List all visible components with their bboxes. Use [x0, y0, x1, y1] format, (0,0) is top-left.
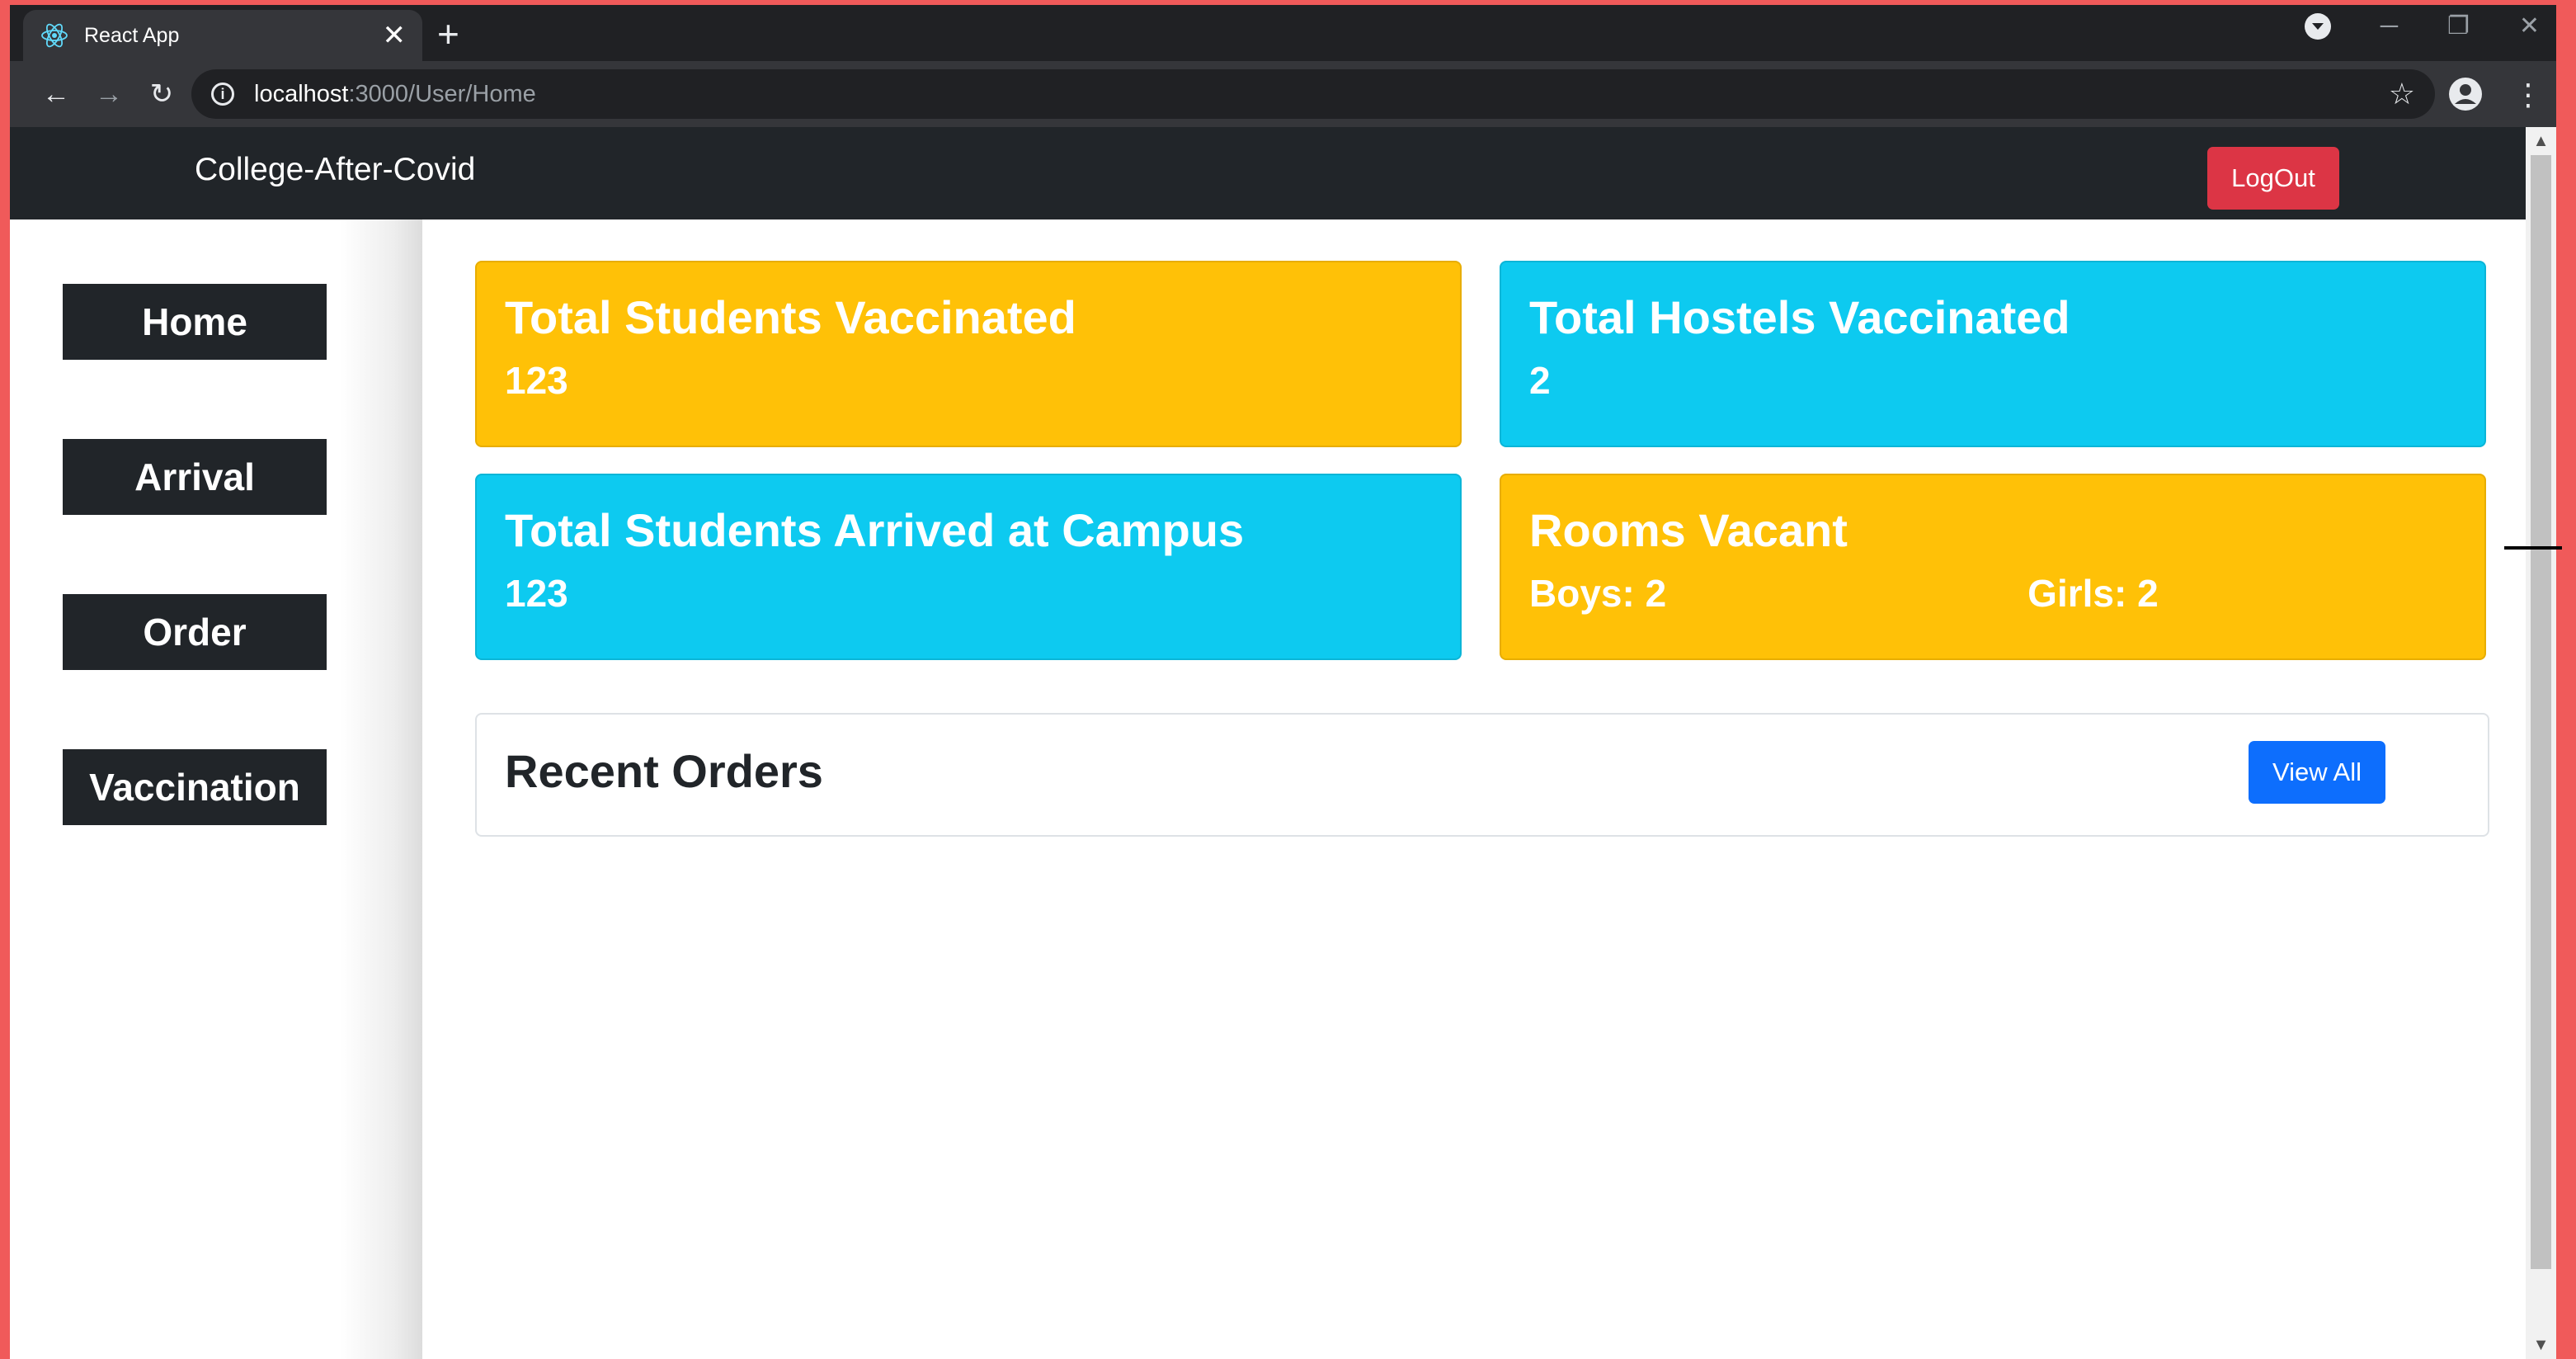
sidebar-item-vaccination[interactable]: Vaccination	[63, 749, 327, 825]
sidebar: Home Arrival Order Vaccination	[10, 219, 422, 1359]
brand[interactable]: College-After-Covid	[195, 152, 475, 188]
scrollbar[interactable]: ▲ ▼	[2526, 127, 2556, 1359]
bookmark-star-icon[interactable]: ☆	[2389, 77, 2415, 111]
browser-tab[interactable]: React App ✕	[23, 10, 422, 61]
new-tab-icon[interactable]: +	[437, 15, 459, 53]
restore-icon[interactable]: ❐	[2447, 12, 2470, 40]
rooms-row: Boys: 2 Girls: 2	[1529, 571, 2456, 616]
window-close-icon[interactable]: ✕	[2519, 12, 2540, 40]
react-logo-icon	[41, 23, 68, 48]
sidebar-item-arrival[interactable]: Arrival	[63, 439, 327, 515]
profile-icon[interactable]	[2444, 73, 2487, 116]
tab-title: React App	[84, 23, 180, 47]
card-title: Rooms Vacant	[1529, 504, 1848, 556]
address-bar[interactable]: i localhost :3000/User/Home ☆	[191, 69, 2435, 119]
cursor-marker	[2504, 546, 2562, 550]
url-path: :3000/User/Home	[348, 80, 536, 107]
view-all-button[interactable]: View All	[2249, 741, 2385, 804]
navbar: College-After-Covid LogOut	[10, 127, 2526, 219]
sidebar-item-order[interactable]: Order	[63, 594, 327, 670]
students-vaccinated-card: Total Students Vaccinated 123	[475, 261, 1462, 447]
scroll-up-icon[interactable]: ▲	[2526, 127, 2556, 155]
rooms-girls: Girls: 2	[2027, 571, 2159, 615]
students-arrived-card: Total Students Arrived at Campus 123	[475, 474, 1462, 660]
recent-orders-title: Recent Orders	[505, 745, 823, 797]
tab-strip: React App ✕ + ─ ❐ ✕	[10, 5, 2556, 61]
sidebar-item-home[interactable]: Home	[63, 284, 327, 360]
tab-close-icon[interactable]: ✕	[383, 21, 407, 50]
card-value: 2	[1529, 358, 1551, 402]
browser-menu-icon[interactable]: ⋮	[2513, 78, 2543, 112]
rooms-boys: Boys: 2	[1529, 571, 1667, 615]
back-icon[interactable]: ←	[30, 78, 82, 111]
tab-search-icon[interactable]	[2304, 12, 2331, 40]
page-content: College-After-Covid LogOut Home Arrival …	[10, 127, 2526, 1359]
url-host: localhost	[254, 80, 349, 107]
browser-toolbar: ← → ↻ i localhost :3000/User/Home ☆ ⋮	[10, 61, 2556, 127]
hostels-vaccinated-card: Total Hostels Vaccinated 2	[1500, 261, 2486, 447]
browser-window: React App ✕ + ─ ❐ ✕ ← → ↻ i localhost :3…	[10, 5, 2556, 1359]
card-value: 123	[505, 571, 568, 615]
scroll-down-icon[interactable]: ▼	[2526, 1331, 2556, 1359]
scrollbar-thumb[interactable]	[2531, 155, 2551, 1269]
recent-orders-panel: Recent Orders View All	[475, 713, 2489, 837]
card-title: Total Students Vaccinated	[505, 291, 1076, 343]
rooms-vacant-card: Rooms Vacant Boys: 2 Girls: 2	[1500, 474, 2486, 660]
card-value: 123	[505, 358, 568, 402]
minimize-icon[interactable]: ─	[2381, 12, 2398, 40]
card-title: Total Students Arrived at Campus	[505, 504, 1245, 556]
info-icon[interactable]: i	[211, 83, 234, 106]
card-title: Total Hostels Vaccinated	[1529, 291, 2070, 343]
logout-button[interactable]: LogOut	[2207, 147, 2339, 210]
window-controls: ─ ❐ ✕	[2304, 12, 2540, 40]
forward-icon[interactable]: →	[82, 78, 135, 111]
reload-icon[interactable]: ↻	[135, 78, 188, 111]
